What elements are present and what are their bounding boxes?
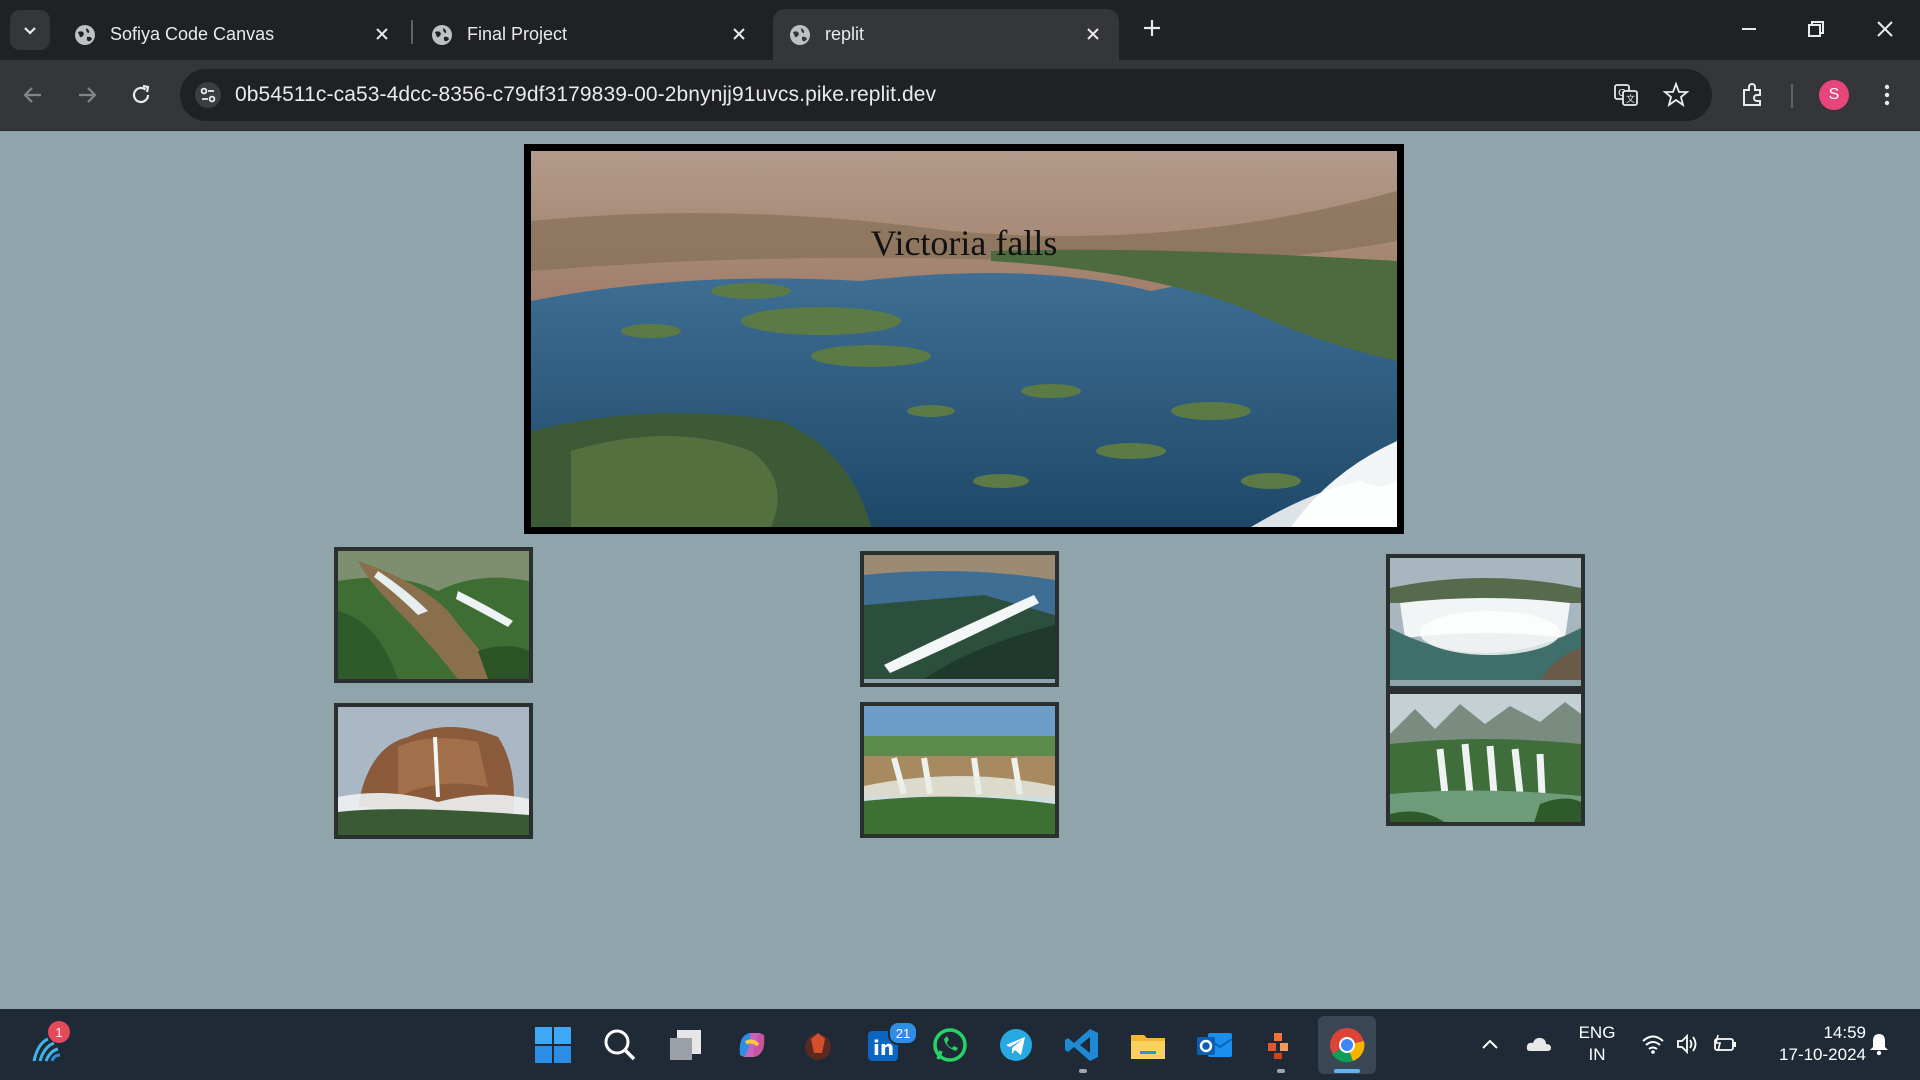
horseshoe-waterfall-image bbox=[1390, 558, 1581, 680]
close-icon[interactable] bbox=[372, 24, 392, 44]
wide-waterfall-image bbox=[864, 706, 1055, 834]
start-button[interactable] bbox=[533, 1025, 573, 1065]
copilot-icon bbox=[739, 1033, 765, 1057]
minimize-icon[interactable] bbox=[1736, 16, 1762, 42]
new-tab-icon[interactable] bbox=[1140, 16, 1164, 40]
search-button[interactable] bbox=[600, 1025, 640, 1065]
tab-search-button[interactable] bbox=[10, 10, 50, 50]
globe-icon bbox=[432, 24, 452, 45]
shield-app-icon bbox=[805, 1033, 831, 1060]
waterfall-image bbox=[338, 551, 529, 679]
tab-title: replit bbox=[825, 24, 865, 44]
language-indicator[interactable]: ENG IN bbox=[1572, 1022, 1622, 1066]
whatsapp-button[interactable] bbox=[930, 1025, 970, 1065]
close-window-icon[interactable] bbox=[1872, 16, 1898, 42]
volume-icon[interactable] bbox=[1675, 1031, 1701, 1057]
bookmark-star-icon[interactable] bbox=[1662, 81, 1690, 109]
notification-badge: 1 bbox=[48, 1021, 70, 1043]
browser-toolbar: 0b54511c-ca53-4dcc-8356-c79df3179839-00-… bbox=[0, 60, 1920, 131]
telegram-icon bbox=[1000, 1029, 1032, 1061]
outlook-button[interactable] bbox=[1194, 1025, 1234, 1065]
reload-icon[interactable] bbox=[126, 80, 156, 110]
hero-image-victoria-falls: Victoria falls bbox=[524, 144, 1404, 534]
active-app-indicator bbox=[1334, 1069, 1360, 1073]
url-text[interactable]: 0b54511c-ca53-4dcc-8356-c79df3179839-00-… bbox=[235, 83, 936, 107]
vscode-button[interactable] bbox=[1062, 1025, 1102, 1065]
site-settings-icon[interactable] bbox=[194, 81, 222, 109]
clock-date: 17-10-2024 bbox=[1779, 1045, 1866, 1064]
task-view-button[interactable] bbox=[666, 1025, 706, 1065]
thumbnail-tiered-falls bbox=[1386, 690, 1585, 826]
search-icon bbox=[604, 1029, 636, 1061]
tab-replit[interactable]: replit bbox=[773, 9, 1119, 60]
app-squares-icon bbox=[1268, 1033, 1288, 1059]
task-view-icon bbox=[670, 1030, 701, 1060]
thumbnail-victoria-falls-aerial bbox=[860, 551, 1059, 687]
language-code: ENG bbox=[1578, 1023, 1616, 1042]
tab-divider bbox=[411, 20, 413, 44]
toolbar-divider bbox=[1791, 84, 1793, 108]
app-unknown-button[interactable] bbox=[798, 1025, 838, 1065]
extensions-puzzle-icon[interactable] bbox=[1738, 80, 1768, 110]
outlook-icon bbox=[1197, 1033, 1233, 1057]
telegram-button[interactable] bbox=[996, 1025, 1036, 1065]
chrome-icon bbox=[1330, 1028, 1365, 1063]
tab-strip: Sofiya Code Canvas Final Project replit bbox=[0, 0, 1920, 60]
tab-title: Sofiya Code Canvas bbox=[110, 24, 275, 44]
copilot-button[interactable] bbox=[732, 1025, 772, 1065]
region-code: IN bbox=[1588, 1045, 1606, 1064]
jungle-waterfall-image bbox=[1390, 694, 1581, 822]
gorge-aerial-image bbox=[864, 555, 1055, 679]
tab-final-project[interactable]: Final Project bbox=[415, 9, 765, 60]
wifi-icon[interactable] bbox=[1640, 1031, 1666, 1057]
chevron-down-icon bbox=[24, 27, 36, 35]
globe-icon bbox=[75, 24, 95, 45]
chrome-button[interactable] bbox=[1327, 1025, 1367, 1065]
running-indicator bbox=[1079, 1069, 1087, 1073]
svg-text:文: 文 bbox=[1626, 93, 1635, 105]
close-icon[interactable] bbox=[729, 24, 749, 44]
battery-charging-icon[interactable] bbox=[1712, 1031, 1740, 1057]
notification-bell-icon[interactable] bbox=[1866, 1031, 1892, 1057]
windows-taskbar: 1 in 21 ENG IN 14:59 17-10-2024 bbox=[0, 1009, 1920, 1080]
onedrive-cloud-icon[interactable] bbox=[1524, 1031, 1554, 1057]
restore-icon[interactable] bbox=[1803, 16, 1829, 42]
thumbnail-rainbow-falls bbox=[860, 702, 1059, 838]
address-bar[interactable]: 0b54511c-ca53-4dcc-8356-c79df3179839-00-… bbox=[180, 69, 1712, 121]
folder-icon bbox=[1131, 1035, 1165, 1059]
thumbnail-horseshoe-falls bbox=[1386, 554, 1585, 690]
tab-sofiya-code-canvas[interactable]: Sofiya Code Canvas bbox=[58, 9, 408, 60]
clock-time: 14:59 bbox=[1823, 1023, 1866, 1042]
translate-icon[interactable]: G文 bbox=[1612, 81, 1640, 109]
hero-landscape-image bbox=[531, 151, 1397, 527]
whatsapp-icon bbox=[933, 1028, 967, 1062]
forward-arrow-icon[interactable] bbox=[72, 80, 102, 110]
cliff-waterfall-image bbox=[338, 707, 529, 835]
clock[interactable]: 14:59 17-10-2024 bbox=[1756, 1022, 1866, 1066]
thumbnail-waterfall-aerial bbox=[334, 547, 533, 683]
page-viewport: Victoria falls bbox=[0, 131, 1920, 1009]
thumbnail-angel-falls bbox=[334, 703, 533, 839]
tab-title: Final Project bbox=[467, 24, 568, 44]
more-menu-icon[interactable] bbox=[1872, 80, 1902, 110]
chevron-up-icon[interactable] bbox=[1478, 1033, 1502, 1057]
profile-avatar[interactable]: S bbox=[1819, 80, 1849, 110]
file-explorer-button[interactable] bbox=[1128, 1025, 1168, 1065]
vscode-icon bbox=[1065, 1029, 1098, 1061]
globe-icon bbox=[790, 24, 810, 45]
app-orange-button[interactable] bbox=[1260, 1025, 1300, 1065]
close-icon[interactable] bbox=[1083, 24, 1103, 44]
back-arrow-icon[interactable] bbox=[18, 80, 48, 110]
linkedin-badge: 21 bbox=[888, 1021, 918, 1045]
hero-title: Victoria falls bbox=[870, 223, 1058, 263]
windows-logo-icon bbox=[535, 1027, 571, 1063]
running-indicator bbox=[1277, 1069, 1285, 1073]
